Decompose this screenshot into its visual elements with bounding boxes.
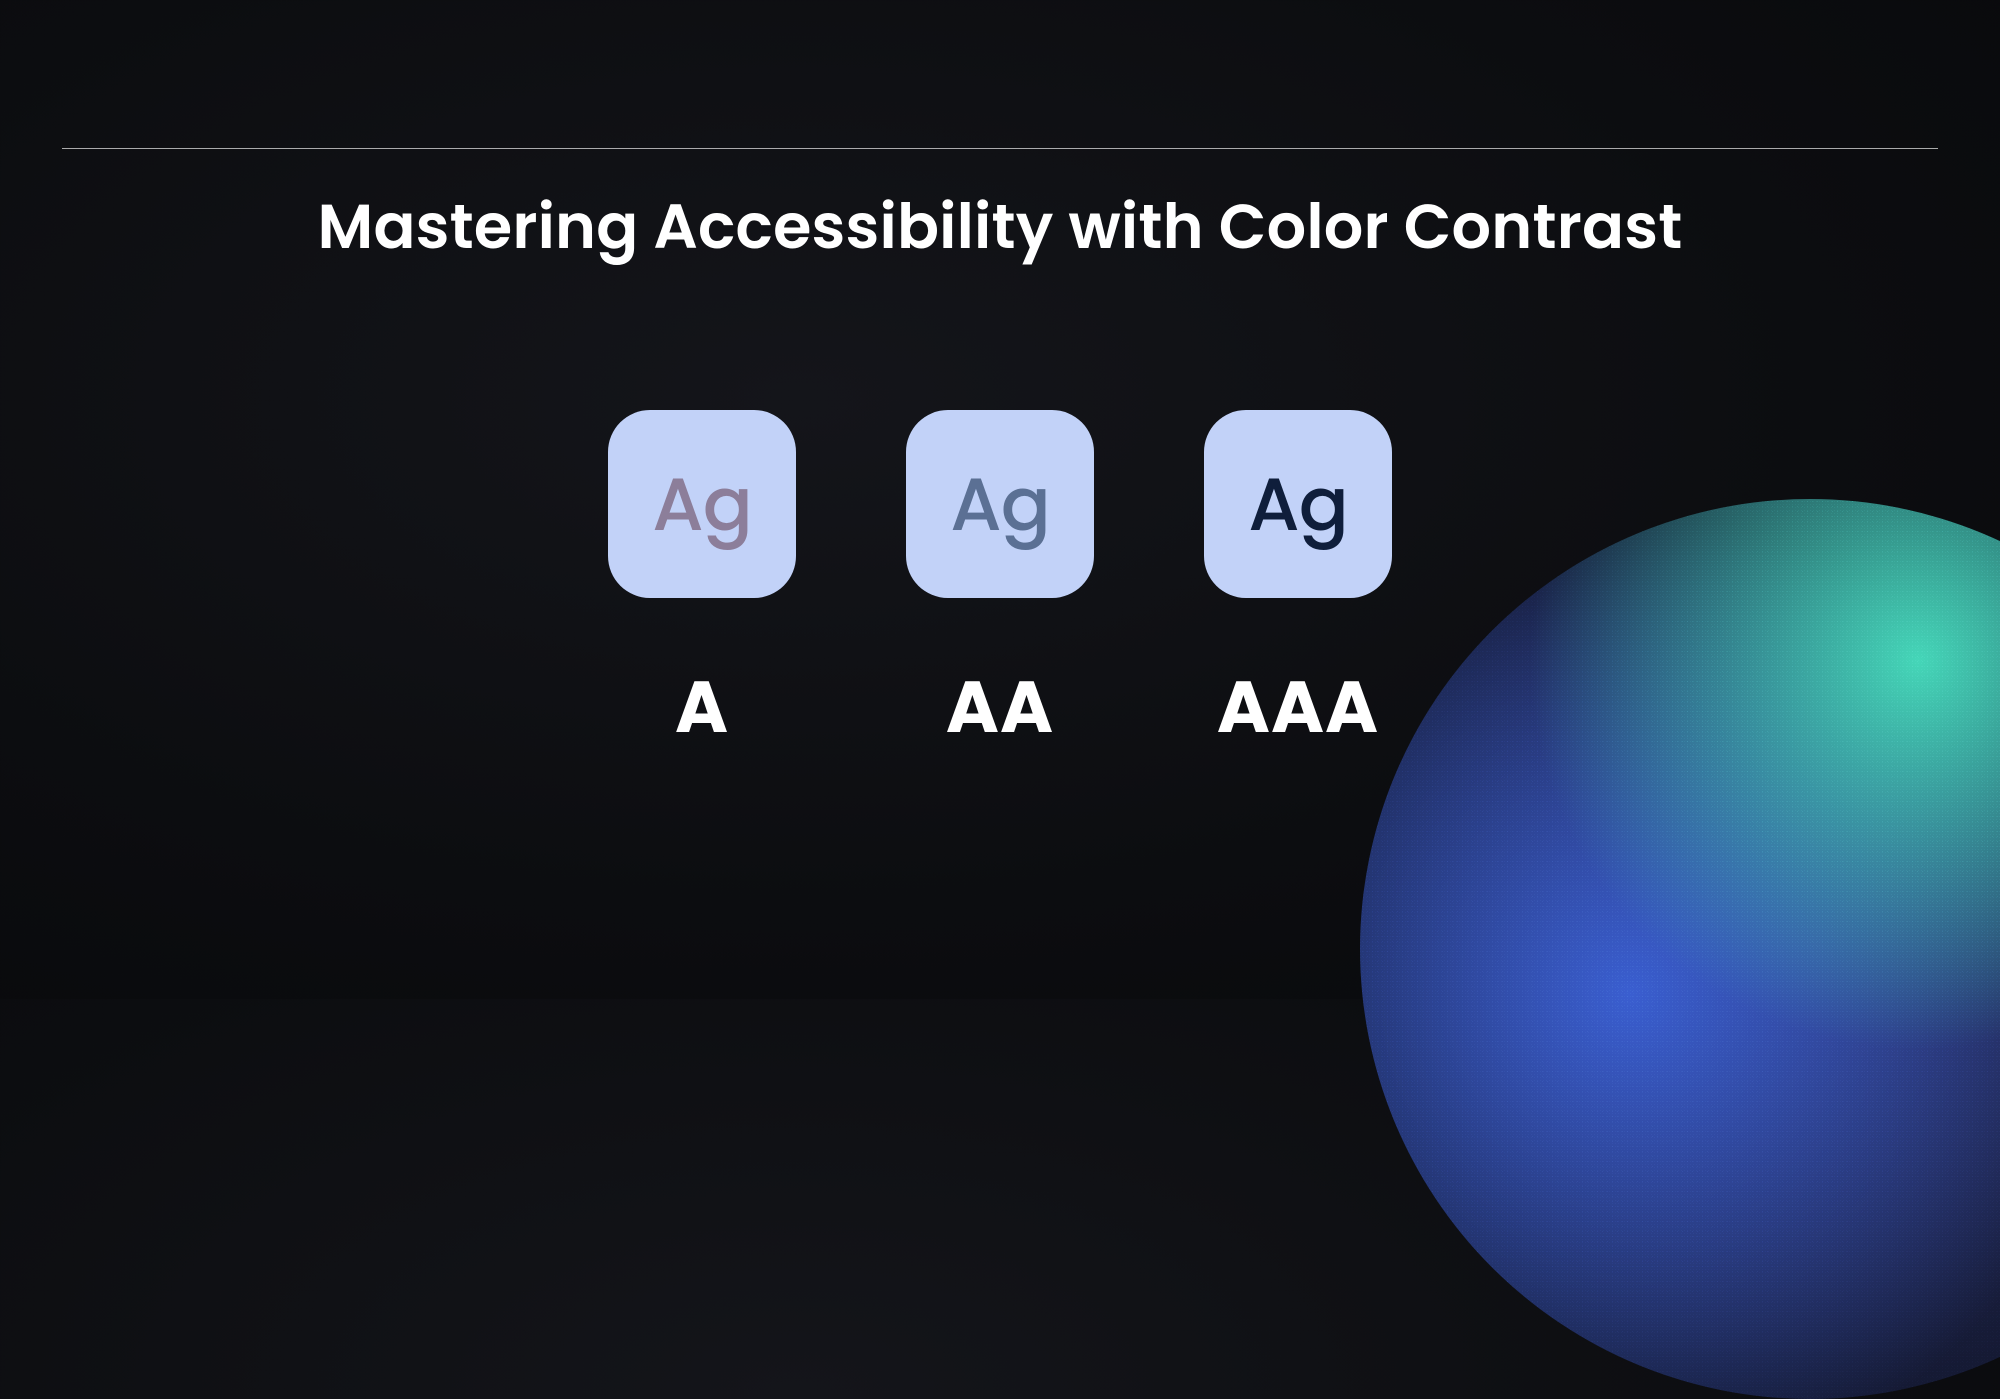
swatch-sample-text: Ag [1248, 449, 1348, 560]
contrast-grade-a: Ag A [608, 410, 796, 762]
swatch-sample-text: Ag [652, 449, 752, 560]
swatch-a: Ag [608, 410, 796, 598]
swatch-aaa: Ag [1204, 410, 1392, 598]
swatch-sample-text: Ag [950, 449, 1050, 560]
horizontal-divider [62, 148, 1938, 149]
page-title: Mastering Accessibility with Color Contr… [0, 180, 2000, 273]
contrast-grade-aa: Ag AA [906, 410, 1094, 762]
swatch-aa: Ag [906, 410, 1094, 598]
grade-label-aa: AA [946, 654, 1054, 762]
contrast-grade-aaa: Ag AAA [1204, 410, 1392, 762]
grade-label-a: A [675, 654, 729, 762]
grade-label-aaa: AAA [1217, 654, 1379, 762]
